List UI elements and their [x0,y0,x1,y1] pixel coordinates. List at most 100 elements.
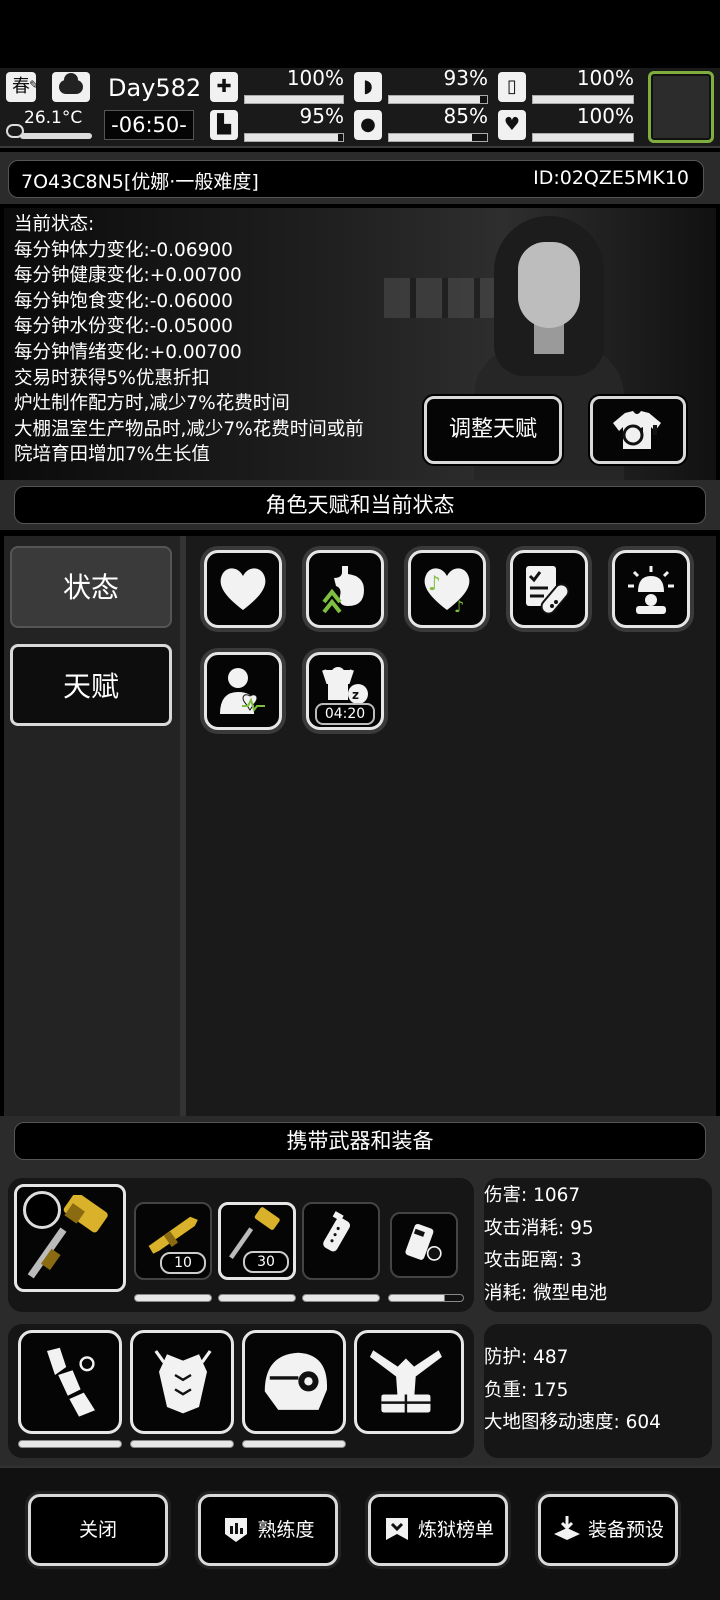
health-heart-icon [220,568,266,610]
season-label: 春 [12,76,30,97]
clock: -06:50- [104,110,194,140]
close-button[interactable]: 关闭 [28,1494,168,1566]
status-line: 每分钟体力变化:-0.06900 [14,239,233,261]
helmet-icon [264,1352,328,1410]
attack-cost-stat: 攻击消耗: 95 [484,1217,594,1239]
battery-pack-icon [405,1223,442,1261]
ranking-label: 炼狱榜单 [417,1519,494,1541]
section-title: 携带武器和装备 [14,1122,706,1160]
bottom-action-bar: 关闭 熟练度 炼狱榜单 装备预设 [0,1466,720,1600]
status-effect-tile[interactable] [200,648,286,734]
heart-icon: ♥ [498,110,526,140]
weapon-slot-hammer[interactable]: 30 [218,1202,296,1280]
status-effect-tile[interactable] [200,546,286,632]
weapon-slot-grenade[interactable] [302,1202,380,1280]
stat-stomach: ◗ 93% [354,66,490,104]
battery-icon: ▯ [498,72,526,102]
avatar-slot[interactable] [648,71,714,143]
effect-timer: 04:20 [315,703,375,725]
proficiency-label: 熟练度 [257,1519,315,1541]
durability-bar [134,1294,212,1302]
arm-armor-icon [47,1347,95,1417]
durability-bar [302,1294,380,1302]
stat-stamina: ▙ 95% [210,104,346,142]
status-line: 每分钟健康变化:+0.00700 [14,265,242,287]
outfit-swap-icon [613,411,661,449]
ammo-count: 10 [160,1252,206,1274]
map-speed-stat: 大地图移动速度: 604 [484,1412,661,1433]
status-line: 大棚温室生产物品时,减少7%花费时间或前 [14,418,364,440]
equipment-section-banner: 携带武器和装备 [0,1116,720,1166]
exoskeleton-icon [369,1350,442,1413]
battery-slot[interactable] [390,1212,458,1278]
stat-bar-fill [389,96,481,103]
weapon-slot-rifle[interactable]: 10 [134,1202,212,1280]
stat-bar-fill [245,96,343,103]
proficiency-button[interactable]: 熟练度 [198,1494,338,1566]
feather-icon: ✎ [28,78,39,92]
stat-first-aid: ✚ 100% [210,66,346,104]
ranking-button[interactable]: 炼狱榜单 [368,1494,508,1566]
armor-stats: 防护: 487 负重: 175 大地图移动速度: 604 [484,1324,712,1458]
durability-bar [388,1294,464,1302]
backpack-rig-slot[interactable] [354,1330,464,1434]
power-hammer-icon [27,1195,108,1279]
tab-talent[interactable]: 天赋 [10,644,172,726]
water-drop-icon: ● [354,110,382,140]
tab-column: 状态 天赋 [4,536,186,1116]
equip-preset-label: 装备预设 [587,1519,664,1541]
section-title: 角色天赋和当前状态 [14,486,706,524]
equip-preset-icon [553,1515,580,1540]
status-line: 院培育田增加7%生长值 [14,444,210,466]
status-effect-tile[interactable]: z 04:20 [302,648,388,734]
damage-stat: 伤害: 1067 [484,1185,581,1206]
talent-section-banner: 角色天赋和当前状态 [0,480,720,530]
character-name-bar: 7O43C8N5[优娜·一般难度] ID:02QZE5MK10 [8,160,704,198]
main-weapon-slot[interactable] [14,1184,126,1292]
talent-panel: 状态 天赋 ♪ ♪ z 04:20 [4,536,716,1116]
status-effect-tile[interactable] [608,546,694,632]
digestion-icon [322,566,364,614]
character-id: ID:02QZE5MK10 [533,167,689,189]
ranking-banner-icon [385,1517,408,1540]
helmet-slot[interactable] [242,1330,346,1434]
change-outfit-button[interactable] [590,396,686,464]
attack-range-stat: 攻击距离: 3 [484,1250,582,1271]
stat-water: ● 85% [354,104,490,142]
arm-armor-slot[interactable] [18,1330,122,1434]
temperature-display: 26.1°C [4,108,92,142]
status-effect-tile[interactable]: ♪ ♪ [404,546,490,632]
durability-bar [242,1440,346,1448]
equip-preset-button[interactable]: 装备预设 [538,1494,678,1566]
svg-text:z: z [352,688,359,702]
close-button-label: 关闭 [78,1519,117,1541]
medicine-icon [526,566,570,615]
durability-bar [130,1440,234,1448]
temperature-bar [20,133,92,139]
armor-slots [8,1324,474,1458]
chest-armor-slot[interactable] [130,1330,234,1434]
character-name: 7O43C8N5[优娜·一般难度] [21,171,259,193]
grenade-icon [323,1211,351,1252]
status-line: 每分钟水份变化:-0.05000 [14,316,233,338]
adjust-talent-button[interactable]: 调整天赋 [424,396,562,464]
status-effect-tile[interactable] [302,546,388,632]
stat-bar-fill [533,96,633,103]
weight-stat: 负重: 175 [484,1379,569,1401]
music-heart-icon: ♪ ♪ [424,568,470,616]
character-header: 7O43C8N5[优娜·一般难度] ID:02QZE5MK10 [0,152,720,204]
chest-armor-icon [154,1350,212,1414]
boot-icon: ▙ [210,110,238,140]
svg-text:♪: ♪ [428,571,441,595]
status-effect-tile[interactable] [506,546,592,632]
svg-text:♪: ♪ [454,597,464,616]
durability-bar [18,1440,122,1448]
defense-stat: 防护: 487 [484,1347,569,1368]
temperature-value: 26.1°C [24,108,83,128]
consumption-stat: 消耗: 微型电池 [484,1282,608,1304]
status-line: 每分钟饱食变化:-0.06000 [14,290,233,312]
status-hud: 春 ✎ 26.1°C Day582 -06:50- ✚ 100% ◗ 93% ▯… [0,66,720,148]
tab-status[interactable]: 状态 [10,546,172,628]
alarm-icon [628,566,674,614]
day-counter: Day582 [108,74,202,102]
